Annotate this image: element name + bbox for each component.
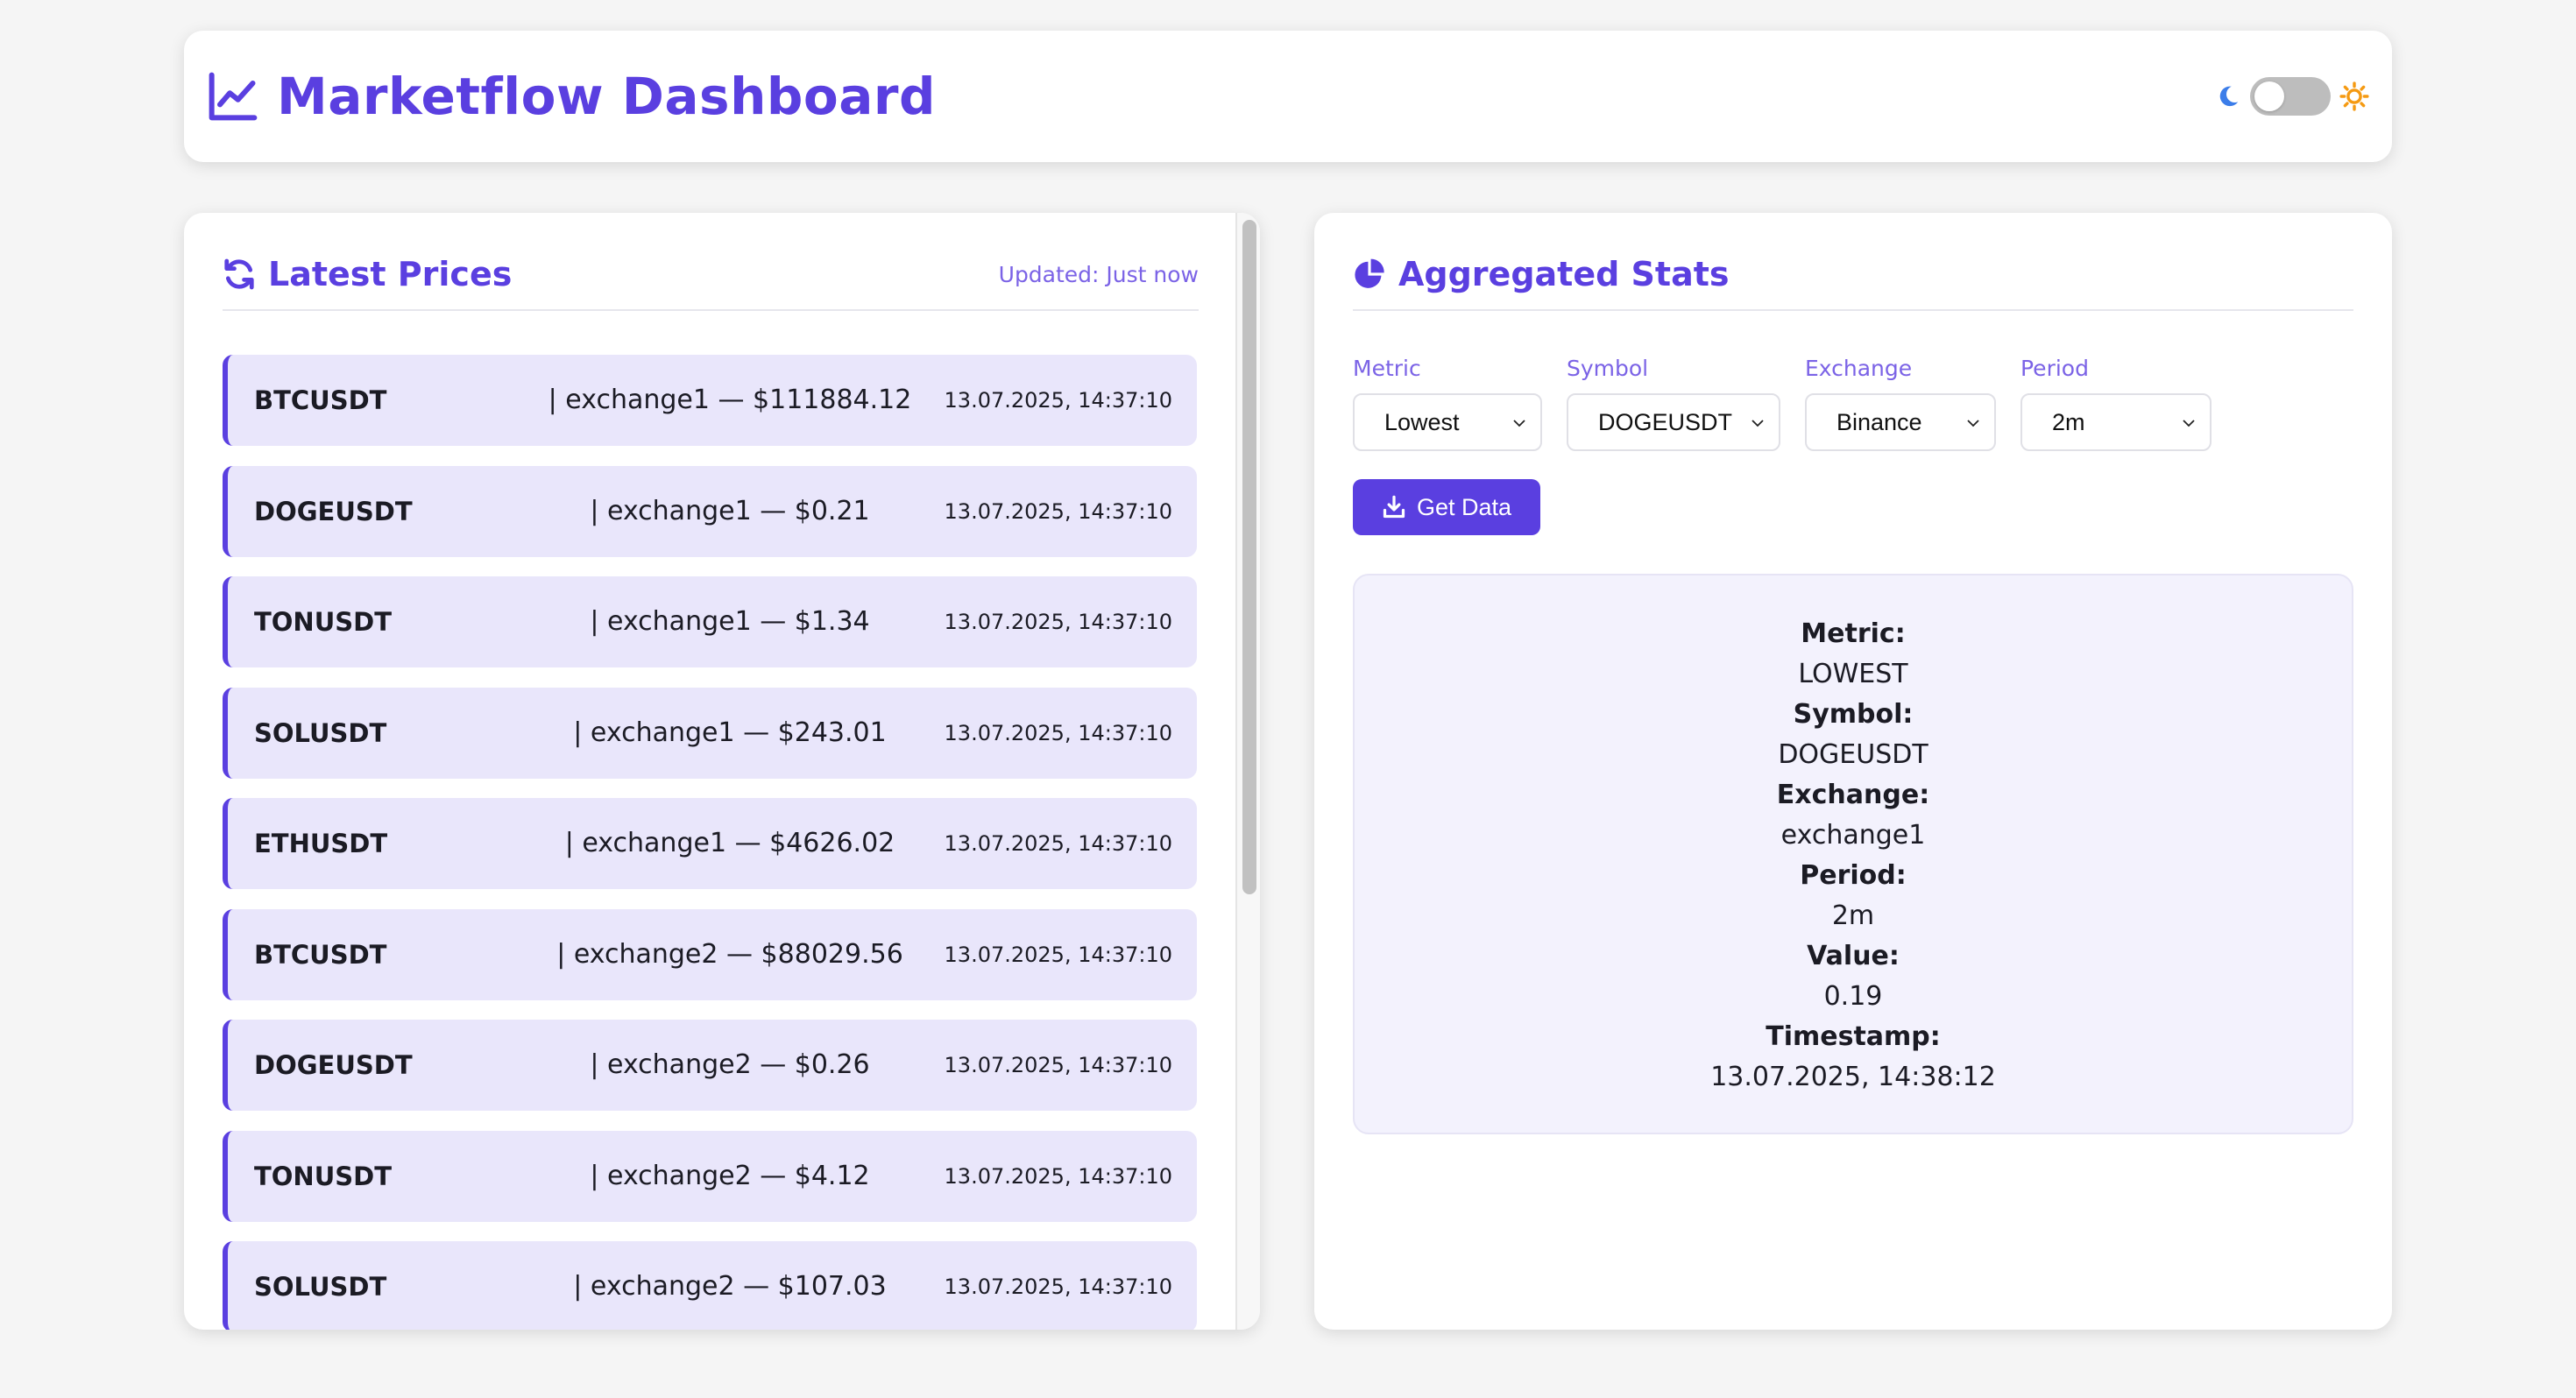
metric-label: Metric <box>1353 356 1421 381</box>
period-label: Period <box>2020 356 2089 381</box>
price-row[interactable]: DOGEUSDT | exchange2 — $0.26 13.07.2025,… <box>223 1020 1197 1111</box>
price-list-scrollbar[interactable] <box>1235 213 1260 1330</box>
price-timestamp: 13.07.2025, 14:37:10 <box>944 1053 1172 1077</box>
stats-result-card: Metric: LOWEST Symbol: DOGEUSDT Exchange… <box>1353 574 2353 1134</box>
price-timestamp: 13.07.2025, 14:37:10 <box>944 1274 1172 1299</box>
price-row[interactable]: TONUSDT | exchange1 — $1.34 13.07.2025, … <box>223 576 1197 667</box>
get-data-label: Get Data <box>1416 493 1512 520</box>
theme-switcher <box>2215 31 2369 162</box>
exchange-select-value: Binance <box>1836 409 1922 435</box>
scrollbar-thumb[interactable] <box>1242 220 1256 894</box>
result-exchange-label: Exchange: <box>1776 780 1930 810</box>
price-timestamp: 13.07.2025, 14:37:10 <box>944 498 1172 524</box>
price-timestamp: 13.07.2025, 14:37:10 <box>944 610 1172 634</box>
price-timestamp: 13.07.2025, 14:37:10 <box>944 942 1172 967</box>
period-filter: Period 2m <box>2020 353 2212 451</box>
app-title: Marketflow Dashboard <box>277 67 936 126</box>
result-symbol-value: DOGEUSDT <box>1778 739 1928 770</box>
moon-icon <box>2219 86 2239 107</box>
symbol-select-value: DOGEUSDT <box>1598 409 1733 435</box>
period-select[interactable]: 2m <box>2020 393 2212 451</box>
price-timestamp: 13.07.2025, 14:37:10 <box>944 720 1172 745</box>
price-row[interactable]: BTCUSDT | exchange2 — $88029.56 13.07.20… <box>223 908 1197 1000</box>
get-data-button[interactable]: Get Data <box>1353 479 1540 535</box>
download-icon <box>1383 495 1405 519</box>
result-value-label: Value: <box>1807 941 1900 971</box>
price-list: BTCUSDT | exchange1 — $111884.12 13.07.2… <box>223 355 1197 1330</box>
metric-filter: Metric Lowest <box>1353 353 1542 451</box>
latest-prices-panel: Latest Prices Updated: Just now BTCUSDT … <box>184 213 1260 1330</box>
chevron-down-icon <box>1967 420 1979 427</box>
app-header: Marketflow Dashboard <box>184 31 2392 162</box>
chevron-down-icon <box>2183 420 2195 427</box>
theme-toggle[interactable] <box>2250 77 2331 116</box>
refresh-icon[interactable] <box>223 258 256 291</box>
result-period-label: Period: <box>1800 860 1907 891</box>
chevron-down-icon <box>1752 420 1764 427</box>
symbol-label: Symbol <box>1567 356 1649 381</box>
chevron-down-icon <box>1513 420 1525 427</box>
aggregated-stats-title: Aggregated Stats <box>1398 255 1730 293</box>
metric-select-value: Lowest <box>1384 409 1460 435</box>
title-group: Marketflow Dashboard <box>207 31 936 162</box>
price-row[interactable]: DOGEUSDT | exchange1 — $0.21 13.07.2025,… <box>223 465 1197 557</box>
sun-icon <box>2339 81 2369 111</box>
price-row[interactable]: TONUSDT | exchange2 — $4.12 13.07.2025, … <box>223 1130 1197 1222</box>
price-row[interactable]: BTCUSDT | exchange1 — $111884.12 13.07.2… <box>223 355 1197 446</box>
updated-status: Updated: Just now <box>998 261 1199 287</box>
price-row[interactable]: ETHUSDT | exchange1 — $4626.02 13.07.202… <box>223 798 1197 889</box>
exchange-select[interactable]: Binance <box>1805 393 1996 451</box>
period-select-value: 2m <box>2052 409 2085 435</box>
latest-prices-title: Latest Prices <box>268 255 513 293</box>
pie-chart-icon <box>1355 258 1384 288</box>
latest-prices-header: Latest Prices Updated: Just now <box>223 239 1199 311</box>
exchange-filter: Exchange Binance <box>1805 353 1996 451</box>
price-timestamp: 13.07.2025, 14:37:10 <box>944 388 1172 413</box>
result-timestamp-value: 13.07.2025, 14:38:12 <box>1710 1062 1996 1092</box>
result-symbol-label: Symbol: <box>1793 699 1914 730</box>
result-exchange-value: exchange1 <box>1780 820 1926 851</box>
metric-select[interactable]: Lowest <box>1353 393 1542 451</box>
result-value-value: 0.19 <box>1823 981 1883 1012</box>
price-timestamp: 13.07.2025, 14:37:10 <box>944 831 1172 856</box>
price-timestamp: 13.07.2025, 14:37:10 <box>944 1163 1172 1189</box>
exchange-label: Exchange <box>1805 356 1913 381</box>
result-timestamp-label: Timestamp: <box>1766 1021 1941 1052</box>
aggregated-stats-panel: Aggregated Stats Metric Lowest Symbol DO… <box>1314 213 2392 1330</box>
symbol-filter: Symbol DOGEUSDT <box>1567 353 1780 451</box>
result-metric-label: Metric: <box>1801 618 1906 649</box>
filter-controls: Metric Lowest Symbol DOGEUSDT Exchange B… <box>1353 353 2360 458</box>
symbol-select[interactable]: DOGEUSDT <box>1567 393 1780 451</box>
result-metric-value: LOWEST <box>1798 659 1908 689</box>
price-row[interactable]: SOLUSDT | exchange1 — $243.01 13.07.2025… <box>223 687 1197 779</box>
price-row[interactable]: SOLUSDT | exchange2 — $107.03 13.07.2025… <box>223 1241 1197 1330</box>
chart-line-icon <box>209 72 258 121</box>
toggle-knob <box>2254 81 2284 111</box>
aggregated-stats-header: Aggregated Stats <box>1353 239 2353 311</box>
result-period-value: 2m <box>1831 900 1875 931</box>
